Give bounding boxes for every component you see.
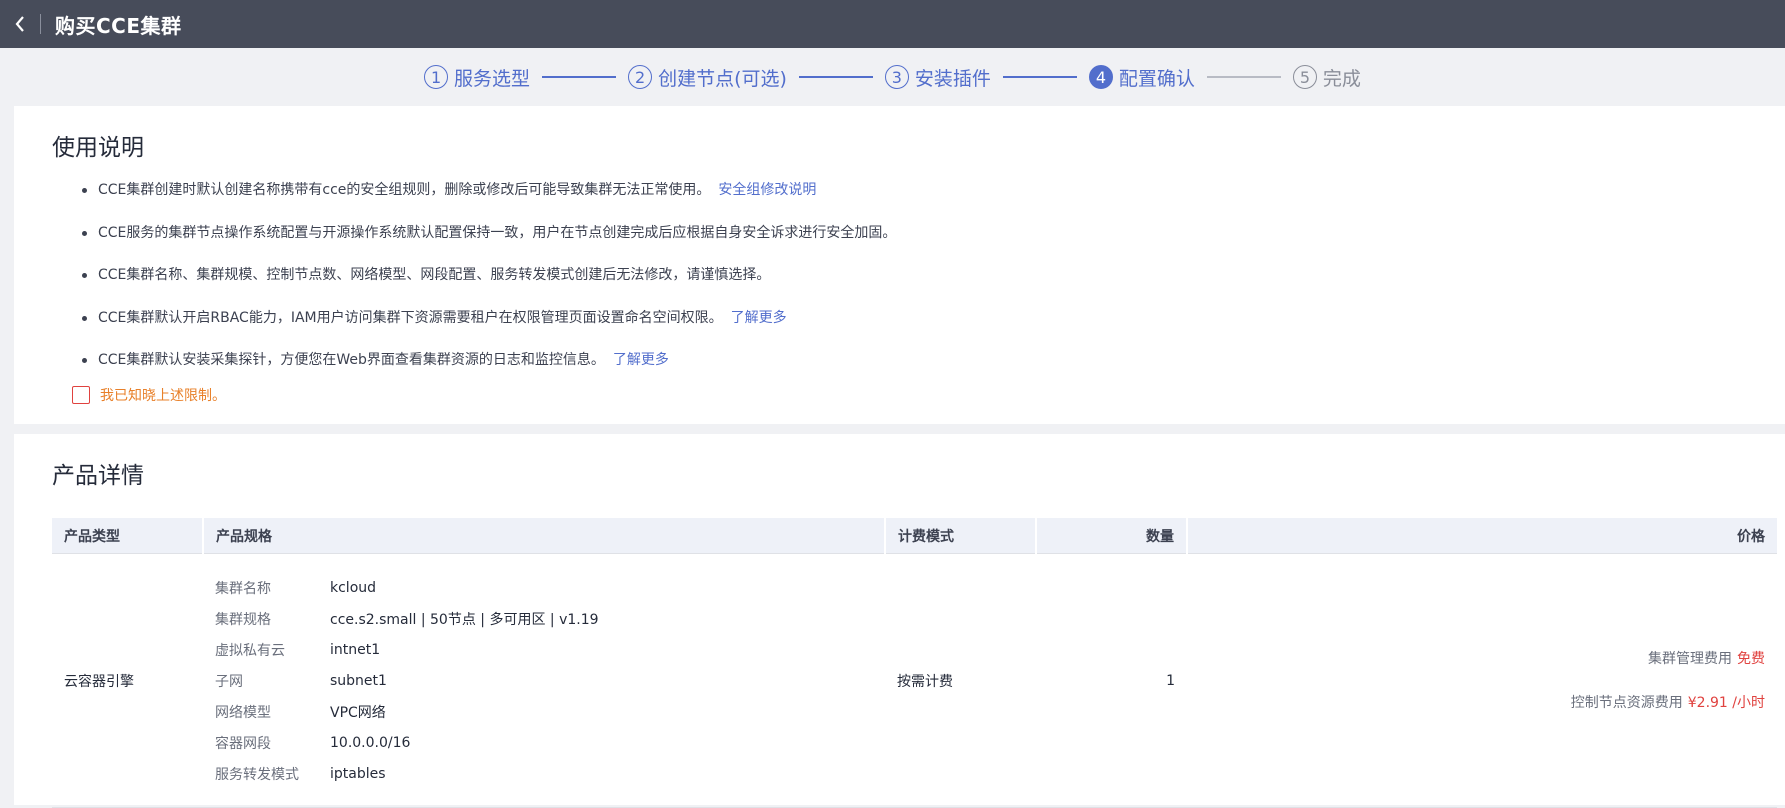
spec-row: 虚拟私有云 intnet1 bbox=[215, 634, 873, 665]
step-5: 5 完成 bbox=[1292, 64, 1361, 91]
usage-notice-card: 使用说明 CCE集群创建时默认创建名称携带有cce的安全组规则，删除或修改后可能… bbox=[14, 106, 1785, 424]
step-connector bbox=[798, 76, 873, 78]
step-3-number: 3 bbox=[884, 65, 909, 89]
back-button[interactable] bbox=[0, 0, 40, 48]
spec-value: VPC网络 bbox=[330, 704, 386, 721]
spec-key: 网络模型 bbox=[215, 704, 271, 721]
step-5-label: 完成 bbox=[1322, 67, 1361, 90]
step-2-number: 2 bbox=[628, 65, 653, 89]
notice-text: CCE集群默认开启RBAC能力，IAM用户访问集群下资源需要租户在权限管理页面设… bbox=[98, 309, 723, 326]
notice-text: CCE集群名称、集群规模、控制节点数、网络模型、网段配置、服务转发模式创建后无法… bbox=[98, 267, 771, 283]
fee-label: 控制节点资源费用 bbox=[1570, 694, 1683, 711]
billing-mode-cell: 按需计费 bbox=[885, 553, 1036, 808]
product-type-cell: 云容器引擎 bbox=[52, 553, 203, 808]
usage-notice-title: 使用说明 bbox=[52, 135, 144, 161]
spec-value: intnet1 bbox=[330, 641, 381, 658]
spec-key: 容器网段 bbox=[215, 735, 271, 752]
column-header-spec: 产品规格 bbox=[203, 518, 886, 554]
control-node-fee: 控制节点资源费用 ¥2.91 /小时 bbox=[1199, 693, 1765, 713]
fee-value: 免费 bbox=[1737, 650, 1765, 667]
column-header-billing: 计费模式 bbox=[885, 518, 1037, 554]
spec-value: cce.s2.small | 50节点 | 多可用区 | v1.19 bbox=[330, 611, 599, 628]
step-3: 3 安装插件 bbox=[884, 64, 991, 91]
cluster-management-fee: 集群管理费用 免费 bbox=[1199, 649, 1765, 669]
notice-list: CCE集群创建时默认创建名称携带有cce的安全组规则，删除或修改后可能导致集群无… bbox=[52, 180, 1785, 393]
spec-key: 虚拟私有云 bbox=[215, 642, 285, 659]
price-cell: 集群管理费用 免费 控制节点资源费用 ¥2.91 /小时 bbox=[1187, 553, 1777, 808]
notice-text: CCE集群默认安装采集探针，方便您在Web界面查看集群资源的日志和监控信息。 bbox=[98, 352, 605, 368]
learn-more-rbac-link[interactable]: 了解更多 bbox=[731, 310, 787, 326]
notice-text: CCE服务的集群节点操作系统配置与开源操作系统默认配置保持一致，用户在节点创建完… bbox=[98, 224, 897, 241]
notice-item: CCE集群名称、集群规模、控制节点数、网络模型、网段配置、服务转发模式创建后无法… bbox=[52, 265, 1785, 308]
security-group-link[interactable]: 安全组修改说明 bbox=[718, 182, 816, 198]
notice-item: CCE集群默认开启RBAC能力，IAM用户访问集群下资源需要租户在权限管理页面设… bbox=[52, 308, 1785, 351]
spec-key: 子网 bbox=[215, 673, 243, 690]
table-row: 云容器引擎 集群名称 kcloud 集群规格 cce.s2.small | 50节点… bbox=[52, 553, 1777, 808]
step-2-label: 创建节点(可选) bbox=[658, 67, 787, 90]
product-spec-cell: 集群名称 kcloud 集群规格 cce.s2.small | 50节点 | 多可用… bbox=[203, 553, 885, 808]
fee-label: 集群管理费用 bbox=[1648, 650, 1732, 667]
spec-value: subnet1 bbox=[330, 672, 387, 689]
step-connector bbox=[542, 76, 617, 78]
header-divider bbox=[40, 14, 41, 34]
step-1-number: 1 bbox=[424, 65, 449, 89]
chevron-left-icon bbox=[15, 16, 24, 32]
step-1: 1 服务选型 bbox=[424, 64, 530, 91]
product-table: 产品类型 产品规格 计费模式 数量 价格 云容器引擎 集群名称 kcloud 集群… bbox=[52, 518, 1777, 808]
spec-row: 集群规格 cce.s2.small | 50节点 | 多可用区 | v1.19 bbox=[215, 603, 873, 634]
spec-list: 集群名称 kcloud 集群规格 cce.s2.small | 50节点 | 多可用… bbox=[215, 554, 873, 807]
quantity-cell: 1 bbox=[1036, 553, 1187, 808]
notice-item: CCE集群默认安装采集探针，方便您在Web界面查看集群资源的日志和监控信息。 了解… bbox=[52, 350, 1785, 393]
spec-row: 网络模型 VPC网络 bbox=[215, 696, 873, 727]
product-details-card: 产品详情 产品类型 产品规格 计费模式 数量 价格 云容器引擎 集群名称 kclo… bbox=[14, 434, 1785, 808]
spec-row: 服务转发模式 iptables bbox=[215, 758, 873, 789]
column-header-type: 产品类型 bbox=[52, 518, 204, 554]
step-connector bbox=[1206, 76, 1281, 78]
learn-more-probe-link[interactable]: 了解更多 bbox=[613, 352, 669, 368]
step-connector bbox=[1002, 76, 1077, 78]
spec-value: iptables bbox=[330, 765, 386, 782]
spec-value: kcloud bbox=[330, 579, 377, 596]
step-4-label: 配置确认 bbox=[1118, 67, 1195, 90]
step-4-number: 4 bbox=[1088, 65, 1113, 89]
notice-text: CCE集群创建时默认创建名称携带有cce的安全组规则，删除或修改后可能导致集群无… bbox=[98, 182, 711, 198]
step-1-label: 服务选型 bbox=[454, 67, 531, 90]
spec-row: 子网 subnet1 bbox=[215, 665, 873, 696]
notice-item: CCE服务的集群节点操作系统配置与开源操作系统默认配置保持一致，用户在节点创建完… bbox=[52, 223, 1785, 266]
column-header-price: 价格 bbox=[1187, 518, 1777, 554]
spec-row: 集群名称 kcloud bbox=[215, 572, 873, 603]
step-4-current: 4 配置确认 bbox=[1088, 64, 1195, 91]
spec-row: 容器网段 10.0.0.0/16 bbox=[215, 727, 873, 758]
step-indicator: 1 服务选型 2 创建节点(可选) 3 安装插件 4 配置确认 5 完成 bbox=[0, 60, 1785, 94]
step-2: 2 创建节点(可选) bbox=[628, 64, 787, 91]
spec-value: 10.0.0.0/16 bbox=[330, 734, 411, 751]
product-details-title: 产品详情 bbox=[52, 463, 144, 489]
spec-key: 集群名称 bbox=[215, 580, 271, 597]
spec-key: 服务转发模式 bbox=[215, 766, 299, 783]
step-3-label: 安装插件 bbox=[914, 67, 991, 90]
top-bar: 购买CCE集群 bbox=[0, 0, 1785, 48]
step-5-number: 5 bbox=[1292, 65, 1317, 89]
spec-key: 集群规格 bbox=[215, 611, 271, 628]
column-header-quantity: 数量 bbox=[1036, 518, 1188, 554]
notice-item: CCE集群创建时默认创建名称携带有cce的安全组规则，删除或修改后可能导致集群无… bbox=[52, 180, 1785, 223]
page-title: 购买CCE集群 bbox=[55, 13, 182, 38]
table-header-row: 产品类型 产品规格 计费模式 数量 价格 bbox=[52, 518, 1777, 554]
fee-value: ¥2.91 /小时 bbox=[1687, 694, 1765, 711]
